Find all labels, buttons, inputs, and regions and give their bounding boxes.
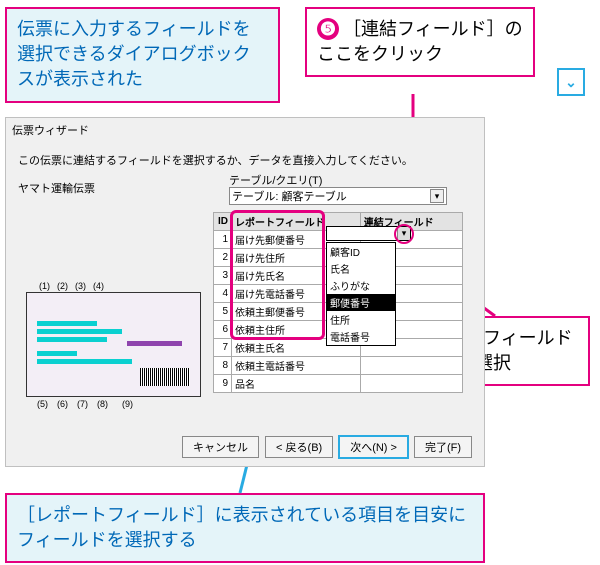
col-id: ID	[214, 213, 232, 231]
preview-num: (1)	[39, 281, 50, 291]
combo-value: テーブル: 顧客テーブル	[232, 188, 347, 204]
barcode-icon	[140, 368, 190, 386]
callout-step-5: ❺［連結フィールド］のここをクリック	[305, 7, 535, 77]
dropdown-item[interactable]: 氏名	[327, 260, 395, 277]
annotate-drop-icon: ⌄	[557, 68, 585, 96]
table-query-label: テーブル/クエリ(T)	[229, 172, 322, 188]
preview-num: (8)	[97, 399, 108, 409]
link-field-dropdown[interactable]: 顧客ID氏名ふりがな郵便番号住所電話番号	[326, 242, 396, 346]
link-field-value	[327, 227, 397, 240]
back-button[interactable]: < 戻る(B)	[265, 436, 333, 458]
dropdown-item[interactable]: 郵便番号	[327, 294, 395, 311]
finish-button[interactable]: 完了(F)	[414, 436, 472, 458]
dropdown-item[interactable]: 電話番号	[327, 328, 395, 345]
next-button[interactable]: 次へ(N) >	[339, 436, 408, 458]
link-field-cell[interactable]: ▾	[326, 226, 411, 241]
dropdown-item[interactable]: 住所	[327, 311, 395, 328]
wizard-message: この伝票に連結するフィールドを選択するか、データを直接入力してください。	[18, 152, 472, 168]
wizard-title: 伝票ウィザード	[6, 118, 484, 142]
callout-tip: ［レポートフィールド］に表示されている項目を目安にフィールドを選択する	[5, 493, 485, 563]
callout-dialog-shown: 伝票に入力するフィールドを選択できるダイアログボックスが表示された	[5, 7, 280, 103]
table-row[interactable]: 8依頼主電話番号	[214, 357, 463, 375]
table-row[interactable]: 9品名	[214, 375, 463, 393]
slip-preview: (1) (2) (3) (4) (5) (6) (7) (8) (9)	[26, 292, 201, 397]
preview-num: (5)	[37, 399, 48, 409]
table-query-combo[interactable]: テーブル: 顧客テーブル ▾	[229, 187, 447, 205]
preview-num: (3)	[75, 281, 86, 291]
preview-num: (7)	[77, 399, 88, 409]
step-5-marker	[394, 224, 414, 244]
wizard-dialog: 伝票ウィザード この伝票に連結するフィールドを選択するか、データを直接入力してく…	[5, 117, 485, 467]
preview-num: (9)	[122, 399, 133, 409]
cancel-button[interactable]: キャンセル	[182, 436, 259, 458]
chevron-down-icon[interactable]: ▾	[430, 189, 444, 203]
preview-num: (4)	[93, 281, 104, 291]
dropdown-item[interactable]: 顧客ID	[327, 243, 395, 260]
step-5-text: ［連結フィールド］のここをクリック	[317, 19, 523, 64]
preview-num: (6)	[57, 399, 68, 409]
step-number-5: ❺	[317, 18, 339, 40]
dropdown-item[interactable]: ふりがな	[327, 277, 395, 294]
preview-num: (2)	[57, 281, 68, 291]
